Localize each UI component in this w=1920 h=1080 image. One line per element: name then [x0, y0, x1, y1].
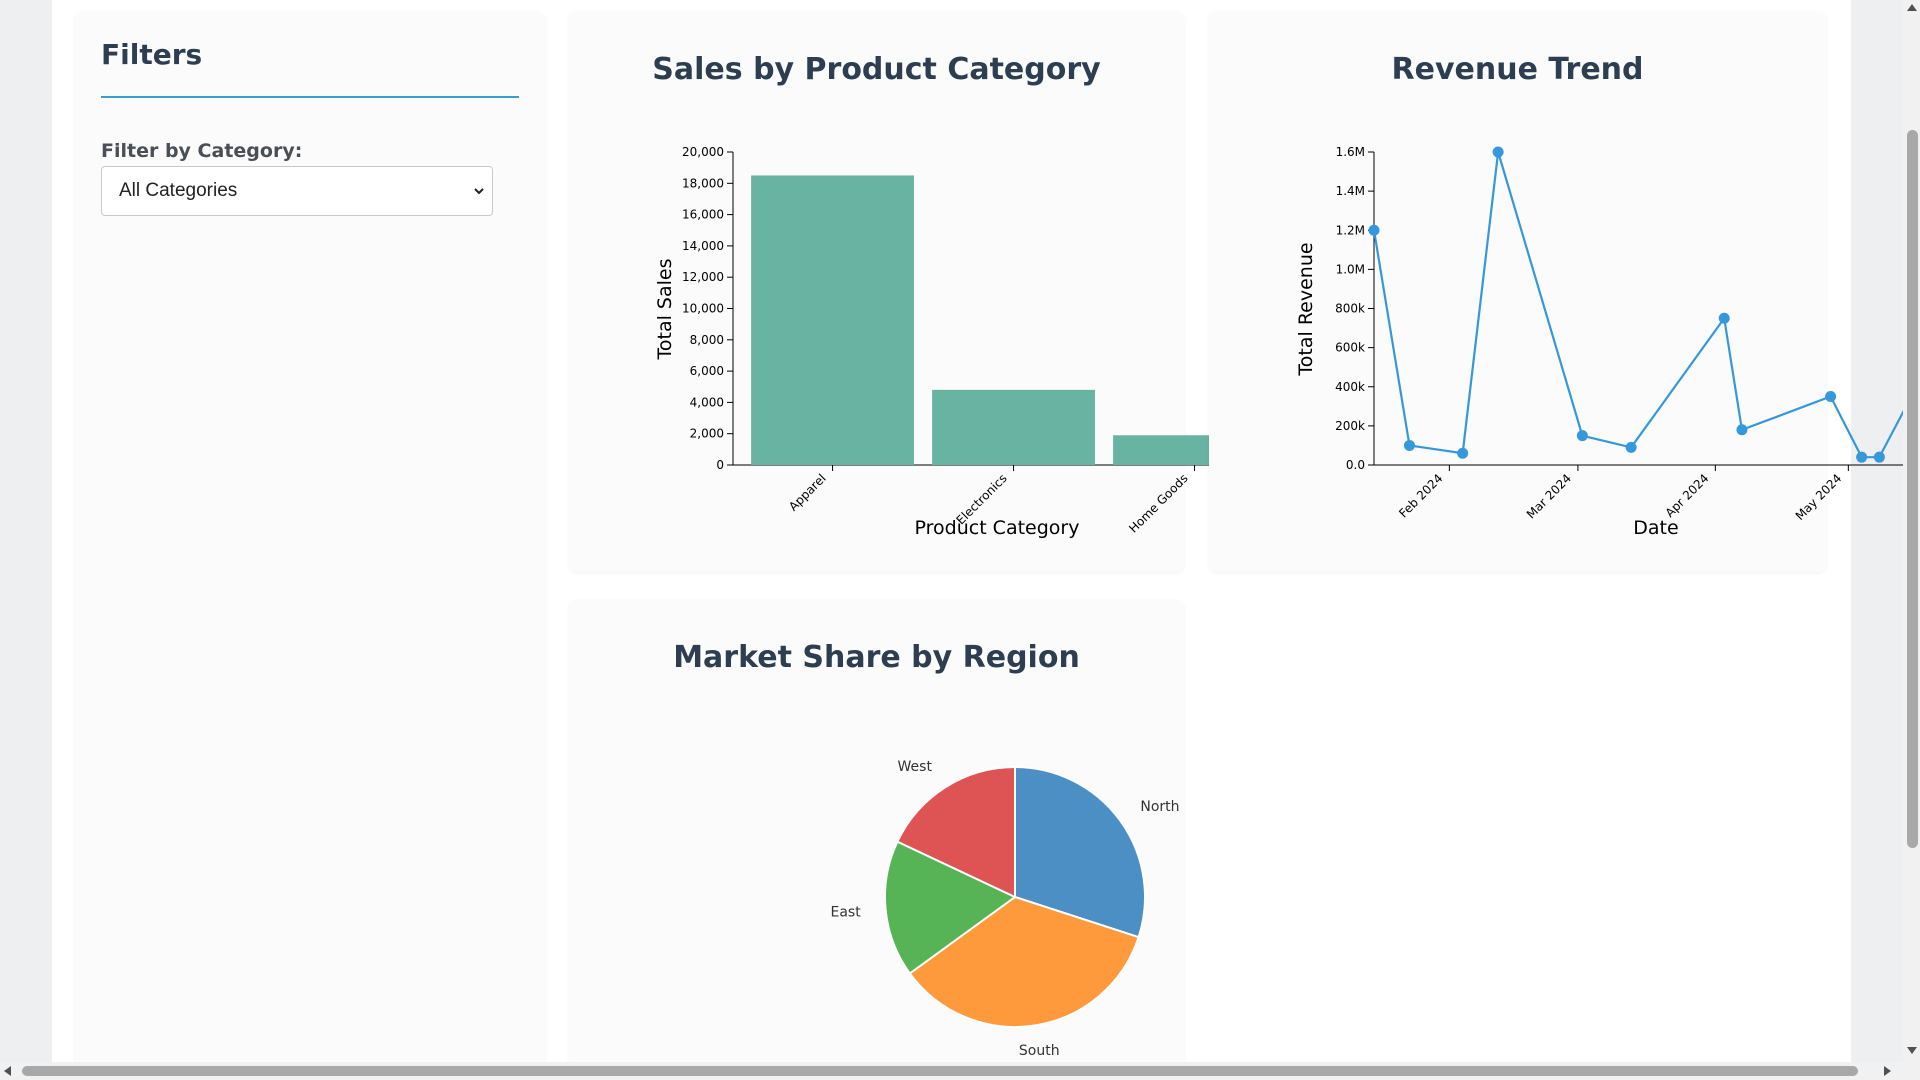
- scroll-left-icon[interactable]: [4, 1066, 11, 1076]
- y-tick-label: 1.6M: [1336, 145, 1365, 159]
- y-tick-label: 2,000: [690, 427, 724, 441]
- y-tick-label: 16,000: [682, 208, 724, 222]
- y-tick-label: 8,000: [690, 333, 724, 347]
- pie-chart-card: Market Share by Region North South East Wes…: [569, 600, 1184, 1070]
- pie-label: South: [1019, 1043, 1060, 1059]
- y-tick-label: 20,000: [682, 145, 724, 159]
- revenue-point: [1718, 312, 1730, 324]
- y-tick-label: 1.0M: [1336, 262, 1365, 276]
- revenue-point: [1457, 447, 1469, 459]
- category-select[interactable]: All Categories: [101, 166, 493, 216]
- vertical-scroll-thumb[interactable]: [1907, 130, 1918, 848]
- category-select-value: All Categories: [119, 180, 238, 201]
- bar-electronics: [932, 389, 1095, 465]
- y-tick-label: 600k: [1335, 341, 1365, 355]
- filters-title: Filters: [101, 38, 203, 71]
- y-axis-label: Total Revenue: [1295, 242, 1317, 376]
- pie-chart: North South East West: [830, 759, 1179, 1059]
- pie-label: East: [830, 905, 861, 921]
- pie-label: North: [1140, 799, 1179, 815]
- revenue-point: [1825, 391, 1837, 403]
- y-tick-label: 400k: [1335, 380, 1365, 394]
- filters-panel: Filters Filter by Category: All Categori…: [75, 12, 545, 1072]
- y-tick-label: 0: [716, 458, 724, 472]
- y-tick-label: 4,000: [690, 395, 724, 409]
- bar-apparel: [751, 175, 914, 465]
- category-filter-label: Filter by Category:: [101, 140, 303, 162]
- y-tick-label: 0.0: [1346, 458, 1365, 472]
- y-tick-label: 18,000: [682, 176, 724, 190]
- revenue-point: [1736, 424, 1748, 436]
- revenue-point: [1368, 224, 1380, 236]
- y-axis-label: Total Sales: [654, 259, 676, 361]
- revenue-point: [1625, 441, 1637, 453]
- line-chart-card: Revenue Trend 0.0 200k 400k 600k 800k 1.0M 1.2…: [1209, 12, 1920, 572]
- x-tick-label: May 2024: [1793, 471, 1845, 523]
- x-tick-label: Mar 2024: [1524, 471, 1574, 521]
- x-tick-label: Apr 2024: [1663, 471, 1712, 520]
- revenue-point: [1856, 451, 1868, 463]
- scroll-right-icon[interactable]: [1884, 1066, 1891, 1076]
- x-tick-label: Apparel: [786, 471, 829, 514]
- revenue-point: [1873, 451, 1885, 463]
- horizontal-scroll-thumb[interactable]: [22, 1066, 1858, 1076]
- vertical-scrollbar[interactable]: [1903, 0, 1920, 1062]
- dashboard-page: Filters Filter by Category: All Categori…: [52, 0, 1920, 1072]
- x-axis-label: Product Category: [915, 517, 1080, 539]
- y-tick-label: 6,000: [690, 364, 724, 378]
- x-tick-label: Home Goods: [1126, 471, 1190, 535]
- revenue-point: [1403, 439, 1415, 451]
- revenue-point: [1492, 146, 1504, 158]
- scroll-down-icon[interactable]: [1907, 1047, 1917, 1054]
- chevron-down-icon: [474, 188, 484, 195]
- y-tick-label: 200k: [1335, 419, 1365, 433]
- revenue-line: [1372, 151, 1920, 459]
- y-tick-label: 14,000: [682, 239, 724, 253]
- x-tick-label: Feb 2024: [1396, 471, 1445, 520]
- filters-divider: [101, 96, 519, 98]
- bar-chart: 0 2,000 4,000 6,000 8,000 10,000 12,000 14,000 1…: [654, 145, 1261, 539]
- scroll-up-icon[interactable]: [1907, 4, 1917, 11]
- x-axis-label: Date: [1633, 517, 1678, 539]
- revenue-point: [1576, 430, 1588, 442]
- bar-chart-card: Sales by Product Category 0 2,000 4,000 6,0…: [569, 12, 1261, 572]
- pie-label: West: [898, 759, 933, 775]
- y-tick-label: 1.4M: [1336, 184, 1365, 198]
- y-tick-label: 1.2M: [1336, 223, 1365, 237]
- horizontal-scrollbar[interactable]: [0, 1062, 1920, 1080]
- y-tick-label: 12,000: [682, 270, 724, 284]
- y-tick-label: 10,000: [682, 302, 724, 316]
- line-chart: 0.0 200k 400k 600k 800k 1.0M 1.2M 1.4M 1.6M Feb 2…: [1295, 145, 1920, 539]
- y-tick-label: 800k: [1335, 302, 1365, 316]
